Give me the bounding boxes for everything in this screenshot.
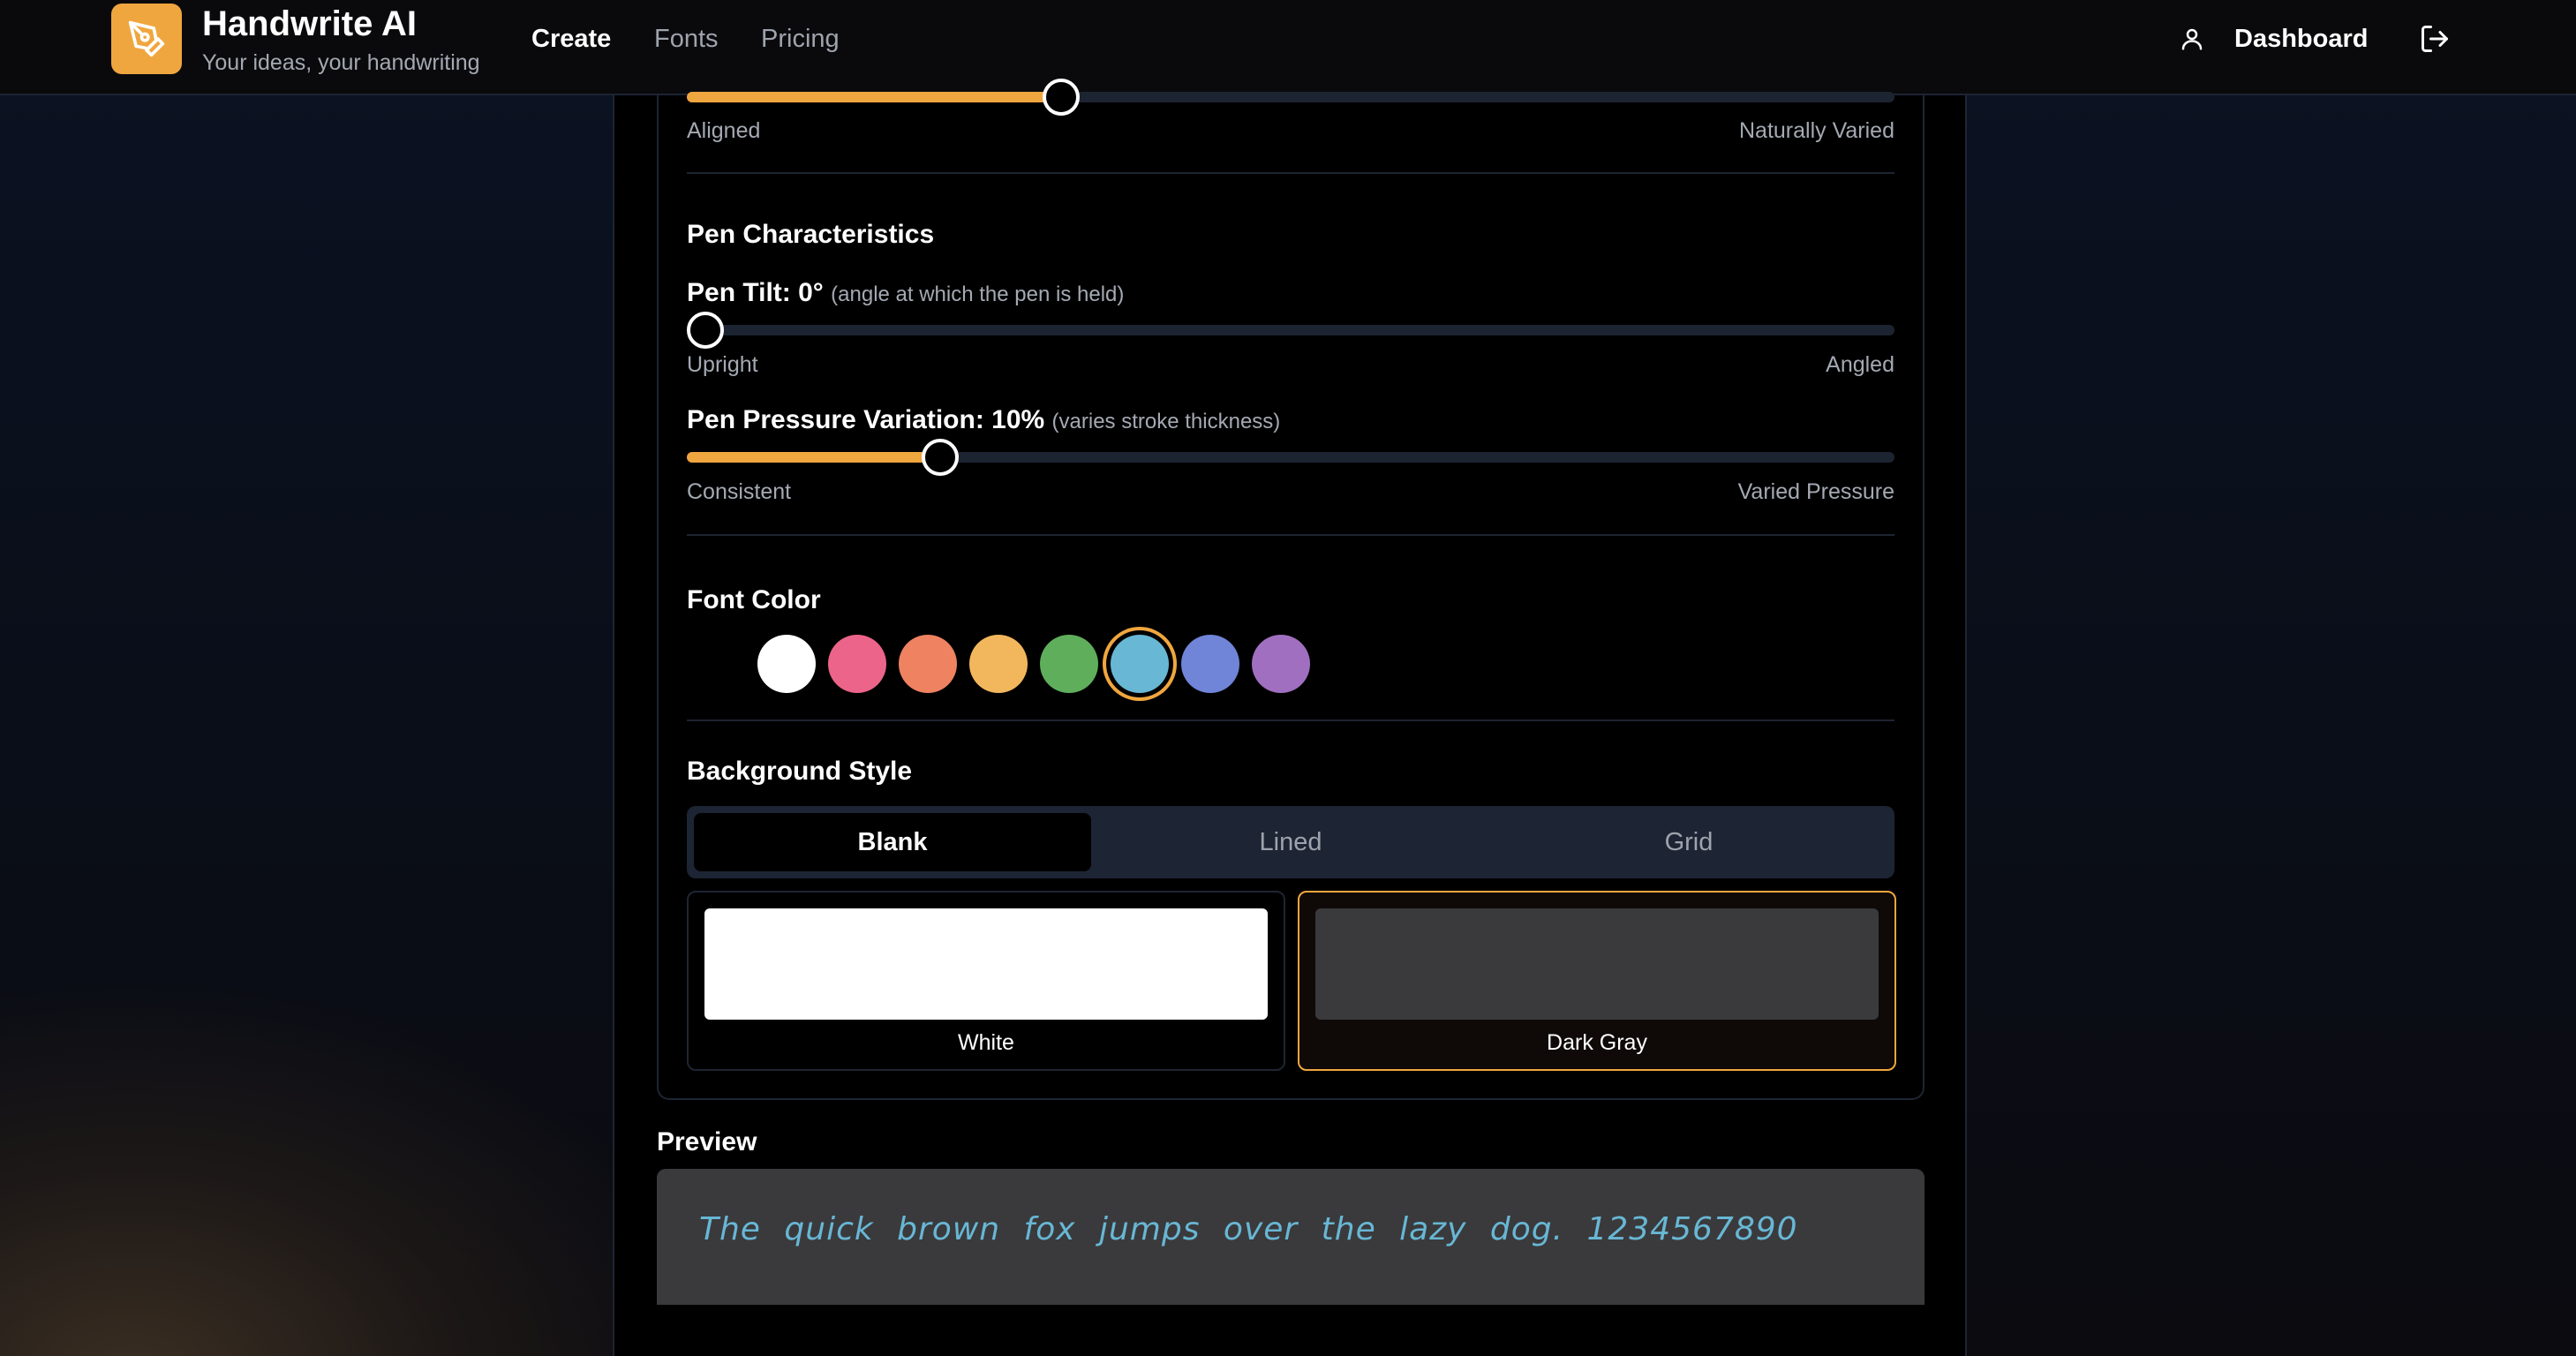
pen-pressure-max-label: Varied Pressure: [1737, 479, 1894, 504]
dashboard-link[interactable]: Dashboard: [2234, 21, 2368, 56]
pen-pressure-slider-track[interactable]: [687, 452, 1894, 463]
color-swatch-indigo[interactable]: [1181, 635, 1239, 693]
nav-create[interactable]: Create: [531, 21, 611, 56]
color-swatch-white[interactable]: [757, 635, 816, 693]
pen-pressure-value: Pen Pressure Variation: 10%: [687, 405, 1045, 434]
pen-pressure-label: Pen Pressure Variation: 10% (varies stro…: [687, 403, 1280, 439]
color-swatch-green[interactable]: [1040, 635, 1098, 693]
logout-icon[interactable]: [2419, 23, 2451, 55]
pen-nib-icon: [128, 20, 165, 57]
color-swatch-pink[interactable]: [828, 635, 886, 693]
background-swatch-white: [704, 908, 1268, 1020]
baseline-max-label: Naturally Varied: [1738, 118, 1894, 143]
background-swatch-dark-gray: [1315, 908, 1879, 1020]
logo[interactable]: [111, 4, 182, 74]
font-color-title: Font Color: [687, 585, 821, 614]
color-swatch-amber[interactable]: [969, 635, 1028, 693]
pen-tilt-value: Pen Tilt: 0°: [687, 278, 824, 307]
preview-area: The quick brown fox jumps over the lazy …: [657, 1169, 1924, 1305]
color-swatch-purple[interactable]: [1252, 635, 1310, 693]
color-swatch-sky-blue[interactable]: [1111, 635, 1169, 693]
pen-pressure-min-label: Consistent: [687, 479, 792, 504]
preview-title: Preview: [657, 1127, 757, 1156]
baseline-slider-thumb[interactable]: [1043, 79, 1081, 116]
tab-grid[interactable]: Grid: [1490, 813, 1887, 871]
baseline-slider-fill: [687, 92, 1062, 102]
pen-tilt-slider-track[interactable]: [687, 325, 1894, 335]
tab-lined[interactable]: Lined: [1092, 813, 1489, 871]
background-option-label: Dark Gray: [1547, 1030, 1647, 1055]
pen-pressure-slider-thumb[interactable]: [922, 439, 960, 476]
background-option-white[interactable]: White: [687, 891, 1285, 1071]
divider: [687, 534, 1894, 536]
pen-pressure-hint: (varies stroke thickness): [1051, 410, 1281, 433]
brand-subtitle: Your ideas, your handwriting: [202, 50, 480, 75]
background-option-label: White: [958, 1030, 1014, 1055]
baseline-slider-track[interactable]: [687, 92, 1894, 102]
user-icon[interactable]: [2179, 24, 2205, 54]
pen-tilt-min-label: Upright: [687, 352, 758, 377]
top-navbar: Handwrite AI Your ideas, your handwritin…: [0, 0, 2576, 95]
background-option-dark-gray[interactable]: Dark Gray: [1298, 891, 1896, 1071]
tab-blank[interactable]: Blank: [694, 813, 1091, 871]
nav-fonts[interactable]: Fonts: [654, 21, 719, 56]
pen-tilt-slider-thumb[interactable]: [687, 312, 724, 349]
background-pattern-tabs: Blank Lined Grid: [687, 806, 1894, 878]
background-style-title: Background Style: [687, 757, 913, 786]
nav-pricing[interactable]: Pricing: [761, 21, 840, 56]
preview-text: The quick brown fox jumps over the lazy …: [699, 1211, 1798, 1247]
pen-tilt-hint: (angle at which the pen is held): [831, 282, 1125, 306]
pen-characteristics-title: Pen Characteristics: [687, 220, 935, 249]
pen-pressure-slider-fill: [687, 452, 941, 463]
pen-tilt-max-label: Angled: [1826, 352, 1894, 377]
brand-title[interactable]: Handwrite AI: [202, 2, 417, 46]
divider: [687, 172, 1894, 174]
divider: [687, 719, 1894, 721]
pen-tilt-label: Pen Tilt: 0° (angle at which the pen is …: [687, 276, 1124, 312]
color-swatch-coral[interactable]: [899, 635, 957, 693]
baseline-min-label: Aligned: [687, 118, 761, 143]
